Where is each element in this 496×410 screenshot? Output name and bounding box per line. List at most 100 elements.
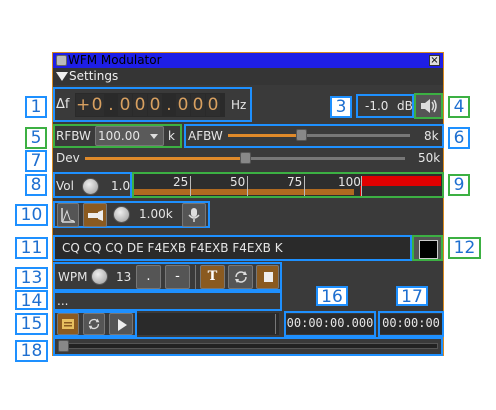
window-menu-icon[interactable]	[56, 55, 67, 66]
dev-label: Dev	[56, 151, 80, 165]
separator	[275, 314, 276, 334]
freq-digit[interactable]: 0	[118, 94, 132, 116]
afbw-slider-handle[interactable]	[296, 129, 307, 141]
dash-button[interactable]: -	[165, 265, 190, 289]
wpm-knob[interactable]	[91, 268, 108, 285]
chevron-down-icon	[150, 134, 158, 139]
folder-icon	[62, 319, 74, 329]
callout-label: 9	[448, 174, 470, 196]
clear-text-button[interactable]	[412, 235, 443, 261]
freq-digit[interactable]: 0	[206, 94, 220, 116]
callout-label: 6	[448, 127, 470, 149]
volume-label: Vol	[56, 179, 74, 193]
cw-loop-button[interactable]	[228, 265, 253, 289]
freq-digit[interactable]: 0	[90, 94, 104, 116]
callout-label: 7	[25, 150, 47, 172]
callout-label: 10	[15, 204, 48, 226]
loop-icon	[234, 271, 247, 283]
delta-f-label: Δf	[56, 97, 70, 112]
text-mode-button[interactable]: T	[200, 265, 225, 289]
afbw-label: AFBW	[188, 129, 223, 143]
open-file-button[interactable]	[57, 313, 79, 335]
close-icon[interactable]: ×	[429, 55, 440, 66]
microphone-button[interactable]	[182, 203, 206, 227]
freq-sign[interactable]: +	[76, 94, 90, 116]
file-name-display	[137, 313, 279, 335]
channel-spectrum-button[interactable]	[57, 203, 79, 227]
meter-tick	[304, 176, 305, 196]
level-value: -1.0	[365, 99, 389, 113]
tone-frequency-value: 1.00k	[139, 207, 173, 221]
freq-digit[interactable]: 0	[148, 94, 162, 116]
clear-icon	[419, 240, 438, 259]
speaker-icon	[421, 99, 437, 113]
meter-tick-label: 75	[287, 175, 303, 189]
callout-label: 12	[448, 237, 481, 259]
freq-separator: .	[166, 95, 172, 115]
freq-unit: Hz	[231, 98, 247, 112]
dev-slider-fill	[85, 157, 245, 160]
dev-value: 50k	[418, 151, 441, 165]
meter-bar-fill	[134, 189, 354, 195]
meter-tick	[361, 176, 362, 196]
callout-label: 4	[448, 96, 470, 118]
file-position-handle[interactable]	[58, 340, 69, 352]
meter-tick-label: 50	[230, 175, 246, 189]
total-time: 00:00:00	[380, 314, 442, 334]
freq-digit[interactable]: 0	[176, 94, 190, 116]
meter-tick-label: 25	[173, 175, 189, 189]
callout-label: 8	[25, 174, 47, 196]
tone-frequency-knob[interactable]	[113, 206, 130, 223]
callout-label: 16	[316, 286, 348, 306]
callout-label: 18	[15, 340, 48, 362]
afbw-slider-fill	[228, 134, 301, 137]
rfbw-label: RFBW	[56, 129, 91, 143]
level-unit: dB	[397, 99, 413, 113]
meter-tick	[190, 176, 191, 196]
collapse-triangle-icon[interactable]	[56, 72, 68, 81]
freq-digit[interactable]: 0	[133, 94, 147, 116]
callout-label: 5	[25, 127, 47, 149]
stop-square-icon	[264, 272, 273, 282]
morse-text-value: CQ CQ CQ DE F4EXB F4EXB F4EXB K	[62, 241, 283, 255]
freq-digit[interactable]: 0	[191, 94, 205, 116]
play-button[interactable]	[109, 313, 133, 335]
callout-label: 15	[15, 313, 48, 335]
meter-tick-label: 100	[338, 175, 361, 189]
meter-peak-zone	[361, 176, 441, 186]
play-icon	[118, 319, 127, 331]
callout-label: 1	[25, 96, 47, 118]
wpm-value: 13	[116, 270, 132, 284]
wpm-label: WPM	[58, 270, 88, 284]
mute-button[interactable]	[414, 93, 443, 119]
rfbw-dropdown[interactable]: 100.00	[95, 126, 164, 146]
title-bar[interactable]: WFM Modulator ×	[53, 53, 443, 68]
tone-button[interactable]	[83, 203, 107, 227]
volume-knob[interactable]	[82, 178, 99, 195]
meter-tick	[247, 176, 248, 196]
separator	[195, 265, 196, 289]
callout-label: 14	[15, 290, 48, 310]
window-title: WFM Modulator	[68, 53, 162, 67]
keyer-text: ...	[57, 294, 69, 308]
dot-button[interactable]: .	[136, 265, 161, 289]
tone-icon	[88, 210, 103, 221]
dev-slider-handle[interactable]	[240, 152, 251, 164]
current-time: 00:00:00.000	[286, 314, 374, 334]
callout-label: 3	[330, 96, 352, 118]
afbw-value: 8k	[424, 129, 439, 143]
callout-label: 11	[15, 237, 48, 259]
file-loop-button[interactable]	[83, 313, 105, 335]
freq-separator: .	[108, 95, 114, 115]
settings-label: Settings	[69, 69, 119, 83]
rfbw-value: 100.00	[98, 129, 140, 143]
loop-icon	[88, 318, 100, 330]
file-position-slider[interactable]	[58, 343, 438, 349]
keyer-text-display	[53, 291, 282, 311]
callout-label: 17	[396, 286, 428, 306]
cw-play-button[interactable]	[256, 265, 279, 289]
callout-label: 13	[15, 267, 48, 289]
spectrum-icon	[61, 208, 75, 223]
settings-header[interactable]: Settings	[53, 68, 443, 85]
volume-value: 1.0	[111, 179, 131, 193]
